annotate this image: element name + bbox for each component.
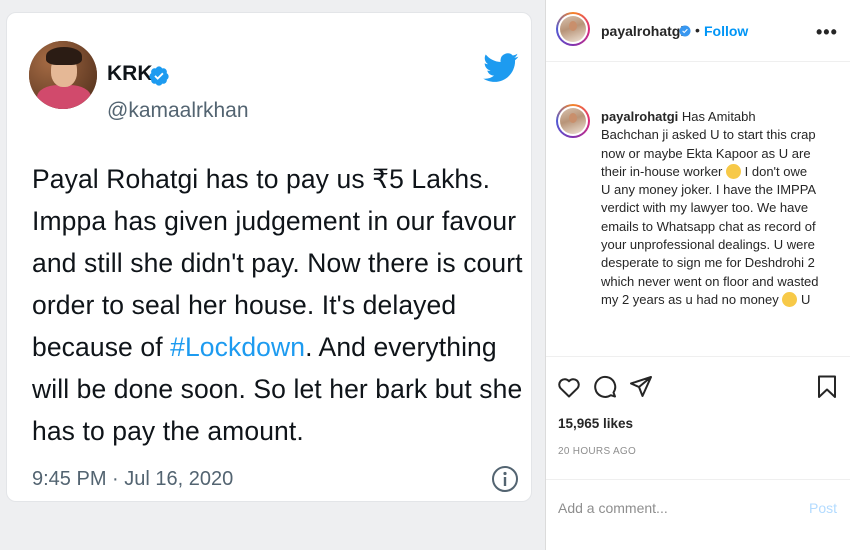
tweet-text: Payal Rohatgi has to pay us ₹5 Lakhs. Im… bbox=[32, 158, 527, 452]
comment-input[interactable]: Add a comment... bbox=[558, 500, 668, 516]
frowning-face-emoji-icon bbox=[726, 163, 742, 179]
hashtag-link[interactable]: #Lockdown bbox=[170, 332, 305, 362]
info-icon bbox=[492, 466, 518, 492]
caption-line: U any money joker. I have the IMPPA bbox=[601, 182, 817, 198]
twitter-bird-icon bbox=[483, 53, 519, 82]
tweet-text-segment: because of bbox=[32, 332, 171, 362]
caption-line: now or maybe Ekta Kapoor as U are bbox=[601, 145, 811, 161]
instagram-side-panel: payalrohatgi • Follow ••• payalrohatgi H… bbox=[546, 0, 850, 550]
tweet-text-line: order to seal her house. It's delayed bbox=[32, 290, 457, 320]
tweet-text-segment: . And everything bbox=[305, 332, 497, 362]
avatar[interactable] bbox=[556, 12, 590, 46]
follow-button[interactable]: Follow bbox=[704, 23, 748, 39]
tweet-text-line: has to pay the amount. bbox=[32, 416, 304, 446]
bookmark-icon[interactable] bbox=[814, 374, 840, 400]
caption-text: U bbox=[801, 291, 811, 307]
caption-text: I don't owe bbox=[744, 163, 808, 179]
post-timestamp: 20 HOURS AGO bbox=[558, 446, 637, 457]
caption-line: payalrohatgi Has Amitabh bbox=[601, 108, 841, 126]
post-header: payalrohatgi • Follow ••• bbox=[546, 0, 850, 62]
tweet-card: KRK @kamaalrkhan Payal Rohatgi has to pa… bbox=[6, 12, 532, 502]
caption-line: Bachchan ji asked U to start this crap bbox=[601, 127, 816, 143]
comment-icon[interactable] bbox=[592, 374, 618, 400]
caption-text: Has Amitabh bbox=[681, 109, 756, 124]
caption-line: which never went on floor and wasted bbox=[601, 273, 819, 289]
tweet-author-name: KRK bbox=[107, 62, 153, 85]
post-image-area: KRK @kamaalrkhan Payal Rohatgi has to pa… bbox=[0, 0, 545, 550]
caption-line: their in-house worker I don't owe bbox=[601, 163, 841, 181]
caption-line: your unprofessional dealings. U were bbox=[601, 237, 815, 253]
verified-badge-icon bbox=[679, 25, 691, 37]
tweet-text-line: Payal Rohatgi has to pay us ₹5 Lakhs. bbox=[32, 164, 491, 194]
separator-dot: • bbox=[695, 22, 700, 38]
caption-text: my 2 years as u had no money bbox=[601, 291, 779, 307]
heart-icon[interactable] bbox=[556, 374, 582, 400]
caption-line: verdict with my lawyer too. We have bbox=[601, 200, 809, 216]
comment-box: Add a comment... Post bbox=[546, 479, 850, 539]
share-icon[interactable] bbox=[628, 374, 654, 400]
caption-text: their in-house worker bbox=[601, 163, 723, 179]
caption-line: desperate to sign me for Deshdrohi 2 bbox=[601, 255, 815, 271]
caption-avatar[interactable] bbox=[556, 104, 590, 138]
more-options-button[interactable]: ••• bbox=[816, 22, 838, 43]
likes-count[interactable]: 15,965 likes bbox=[558, 416, 633, 431]
tweet-avatar bbox=[29, 41, 97, 109]
laughing-face-emoji-icon bbox=[782, 291, 798, 307]
post-caption: payalrohatgi Has Amitabh Bachchan ji ask… bbox=[601, 108, 841, 309]
caption-line: my 2 years as u had no money U bbox=[601, 291, 841, 309]
actions-divider bbox=[546, 356, 850, 357]
tweet-text-line: and still she didn't pay. Now there is c… bbox=[32, 248, 523, 278]
tweet-text-line: will be done soon. So let her bark but s… bbox=[32, 374, 523, 404]
tweet-handle: @kamaalrkhan bbox=[107, 99, 249, 122]
header-username[interactable]: payalrohatgi bbox=[601, 23, 684, 39]
caption-line: emails to Whatsapp chat as record of bbox=[601, 218, 816, 234]
caption-username[interactable]: payalrohatgi bbox=[601, 109, 678, 124]
verified-badge-icon bbox=[149, 66, 169, 86]
tweet-text-line: because of #Lockdown. And everything bbox=[32, 326, 527, 368]
post-comment-button[interactable]: Post bbox=[809, 500, 837, 516]
tweet-timestamp: 9:45 PM · Jul 16, 2020 bbox=[32, 468, 234, 490]
tweet-text-line: Imppa has given judgement in our favour bbox=[32, 206, 517, 236]
